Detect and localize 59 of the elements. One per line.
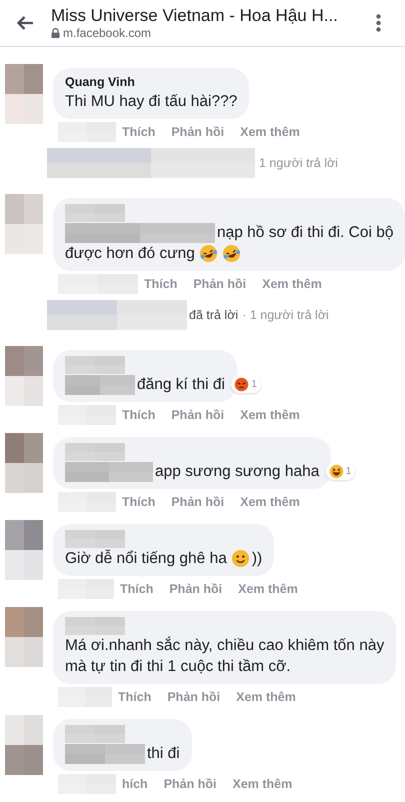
blurred-area [65, 530, 125, 548]
reaction-badge[interactable]: 1 [326, 463, 356, 480]
avatar[interactable] [5, 607, 43, 667]
comment-action-link[interactable]: Xem thêm [240, 125, 300, 139]
reply-count-link[interactable]: 1 người trả lời [259, 156, 338, 170]
blurred-area [65, 356, 125, 374]
laughing-tears-icon [222, 244, 241, 263]
smiling-face-icon [230, 549, 250, 568]
comment-action-link[interactable]: Phản hồi [171, 495, 224, 509]
avatar[interactable] [5, 433, 43, 493]
avatar[interactable] [5, 346, 43, 406]
page-title: Miss Universe Vietnam - Hoa Hậu H... [51, 6, 339, 26]
comment-text: đăng kí thi đi [137, 374, 225, 394]
blurred-area [65, 617, 125, 635]
lock-icon [51, 28, 60, 38]
comment-action-link[interactable]: Xem thêm [236, 690, 296, 704]
avatar[interactable] [5, 520, 43, 580]
replied-label[interactable]: đã trả lời [189, 308, 238, 322]
comment-action-link[interactable]: Xem thêm [240, 408, 300, 422]
comment-action-link[interactable]: Thích [118, 690, 152, 704]
comment-action-link[interactable]: Thích [120, 582, 154, 596]
comment-text: mà tự tin đi thi 1 cuộc thi tầm cỡ. [65, 656, 291, 676]
page-url: m.facebook.com [63, 26, 152, 40]
comment-text: thi đi [147, 744, 180, 764]
comment-action-link[interactable]: Phản hồi [171, 125, 224, 139]
comment-action-link[interactable]: Phản hồi [193, 277, 246, 291]
comment-text: )) [252, 548, 262, 568]
laughing-tears-icon [198, 244, 218, 263]
comment-action-link[interactable]: Thích [122, 495, 156, 509]
angry-face-icon [234, 377, 250, 392]
reply-count-link[interactable]: · 1 người trả lời [242, 308, 329, 322]
comment-text: Giờ dễ nổi tiếng ghê ha [65, 548, 227, 568]
comment-action-link[interactable]: Phản hồi [164, 777, 216, 791]
comment-action-link[interactable]: Xem thêm [240, 495, 300, 509]
avatar[interactable] [5, 715, 43, 775]
comment-action-link[interactable]: Xem thêm [232, 777, 292, 791]
avatar[interactable] [5, 64, 43, 124]
comment-text: được hơn đó cưng [65, 244, 195, 264]
comment-action-link[interactable]: Phản hồi [171, 408, 224, 422]
blurred-area [65, 725, 125, 743]
comment-text: Thi MU hay đi tấu hài??? [65, 92, 238, 112]
blurred-area [65, 374, 135, 394]
comment-action-link[interactable]: Xem thêm [238, 582, 298, 596]
comment-action-link[interactable]: Thích [122, 125, 156, 139]
comment-action-link[interactable]: Thích [122, 408, 156, 422]
comment-action-link[interactable]: hích [122, 777, 148, 791]
comment-action-link[interactable]: Thích [144, 277, 178, 291]
comment-text: nạp hồ sơ đi thi đi. Coi bộ [217, 222, 394, 242]
comment-action-link[interactable]: Xem thêm [262, 277, 322, 291]
grinning-face-icon [328, 464, 344, 479]
back-arrow-icon[interactable] [16, 15, 34, 31]
commenter-name[interactable]: Quang Vinh [65, 74, 238, 91]
avatar[interactable] [5, 194, 43, 254]
comment-action-link[interactable]: Phản hồi [167, 690, 220, 704]
comment-action-link[interactable]: Phản hồi [169, 582, 222, 596]
reaction-badge[interactable]: 1 [231, 376, 261, 393]
more-options-icon[interactable] [376, 14, 381, 32]
comment-text: Má ơi.nhanh sắc này, chiều cao khiêm tốn này [65, 636, 384, 656]
comment-text: app sương sương haha [155, 462, 320, 482]
